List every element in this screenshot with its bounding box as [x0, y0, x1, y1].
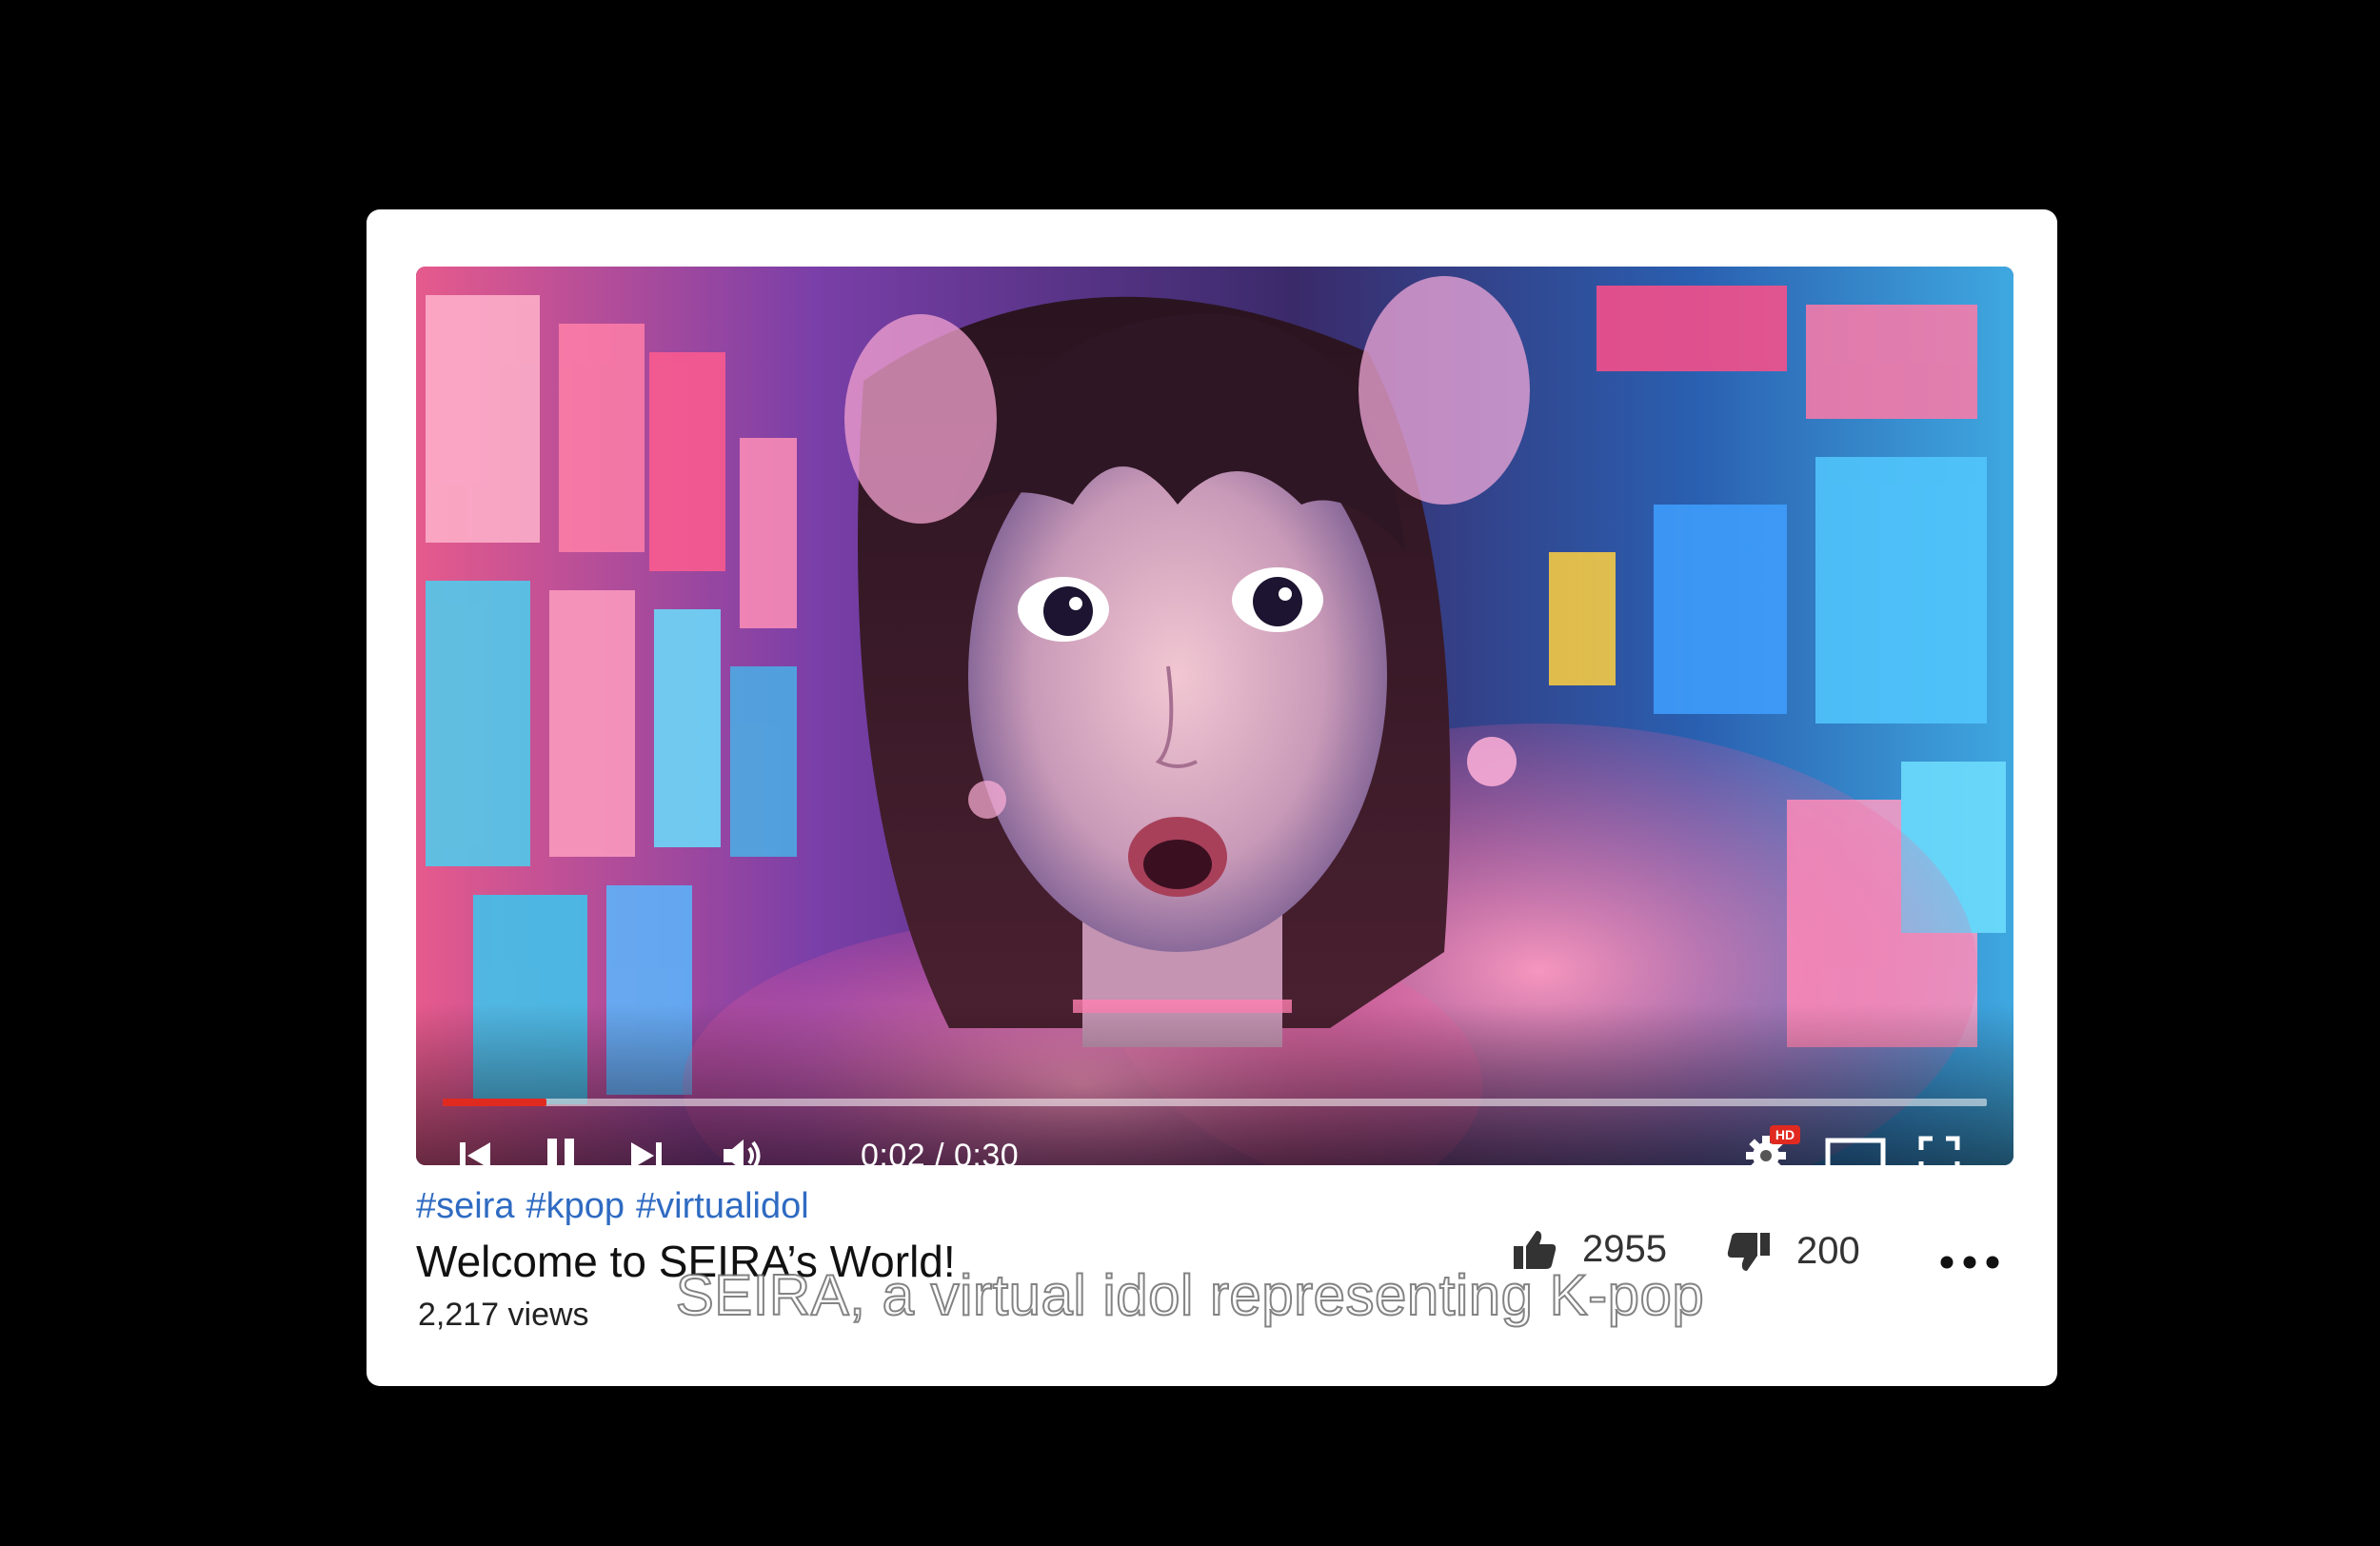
theater-mode-icon — [1825, 1138, 1886, 1165]
fullscreen-icon — [1918, 1136, 1960, 1165]
video-card: 0:02 / 0:30 HD #seira #kpop #virtualidol… — [367, 209, 2057, 1386]
settings-button[interactable]: HD — [1741, 1123, 1802, 1165]
pause-button[interactable] — [540, 1135, 582, 1165]
next-button[interactable] — [625, 1135, 667, 1165]
hashtag-link-kpop[interactable]: #kpop — [526, 1186, 625, 1227]
time-display: 0:02 / 0:30 — [861, 1138, 1020, 1165]
skip-previous-icon — [460, 1142, 490, 1165]
theater-mode-button[interactable] — [1823, 1135, 1888, 1165]
like-button[interactable]: 2955 — [1512, 1228, 1667, 1271]
hashtag-link-seira[interactable]: #seira — [416, 1186, 515, 1227]
thumbs-up-icon — [1514, 1230, 1557, 1269]
dislike-count: 200 — [1796, 1230, 1860, 1272]
hashtag-link-virtualidol[interactable]: #virtualidol — [636, 1186, 809, 1227]
pause-icon — [547, 1139, 574, 1165]
skip-next-icon — [631, 1142, 662, 1165]
volume-icon — [724, 1140, 761, 1165]
view-count: 2,217 views — [418, 1297, 589, 1333]
more-horizontal-icon — [1940, 1256, 1999, 1269]
progress-played — [443, 1099, 546, 1106]
video-title: Welcome to SEIRA’s World! — [416, 1237, 956, 1286]
gear-icon: HD — [1746, 1125, 1800, 1165]
hashtag-list: #seira #kpop #virtualidol — [416, 1186, 809, 1227]
hd-badge-text: HD — [1775, 1127, 1795, 1142]
stage: 0:02 / 0:30 HD #seira #kpop #virtualidol… — [0, 0, 2380, 1546]
thumbs-down-icon — [1727, 1232, 1770, 1271]
more-options-button[interactable] — [1939, 1253, 2000, 1277]
video-player[interactable]: 0:02 / 0:30 HD — [416, 267, 2013, 1165]
volume-button[interactable] — [719, 1135, 766, 1165]
progress-bar[interactable] — [443, 1099, 1987, 1106]
like-count: 2955 — [1582, 1228, 1667, 1270]
fullscreen-button[interactable] — [1916, 1135, 1962, 1165]
previous-button[interactable] — [454, 1135, 496, 1165]
dislike-button[interactable]: 200 — [1726, 1230, 1860, 1273]
